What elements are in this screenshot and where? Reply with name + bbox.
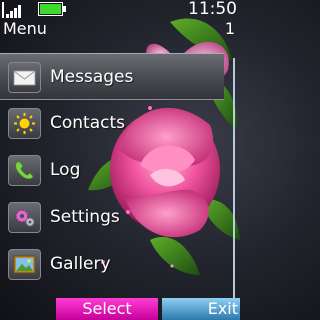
menu-icon-frame [8,62,41,93]
exit-softkey[interactable]: Exit [162,298,240,320]
page-index: 1 [224,19,235,38]
clock: 11:50 [188,0,237,19]
signal-bars-icon [2,2,21,18]
status-bar: 11:50 Menu 1 [0,0,240,38]
menu-icon-frame [8,249,41,280]
menu-icon-frame [8,155,41,186]
menu-item-log[interactable]: Log [0,147,230,194]
screen-title: Menu [3,19,47,38]
menu-label-contacts: Contacts [50,113,125,133]
phone-handset-icon [15,161,34,180]
envelope-icon [13,70,36,86]
menu-label-log: Log [50,160,81,180]
select-softkey[interactable]: Select [56,298,158,320]
menu-label-gallery: Gallery [50,254,111,274]
sun-contacts-icon [14,113,35,134]
menu-icon-frame [8,108,41,139]
menu-item-contacts[interactable]: Contacts [0,100,230,147]
battery-icon [38,2,66,16]
menu-item-messages[interactable]: Messages [0,53,224,100]
menu-item-settings[interactable]: Settings [0,194,230,241]
main-menu: Messages Contacts Log Settings Gallery [0,53,230,288]
menu-icon-frame [8,202,41,233]
gears-icon [15,209,35,227]
scrollbar[interactable] [233,58,235,298]
menu-item-gallery[interactable]: Gallery [0,241,230,288]
menu-label-settings: Settings [50,207,120,227]
picture-icon [13,255,36,274]
softkey-bar: Select Exit [0,298,240,320]
menu-label-messages: Messages [50,67,134,87]
